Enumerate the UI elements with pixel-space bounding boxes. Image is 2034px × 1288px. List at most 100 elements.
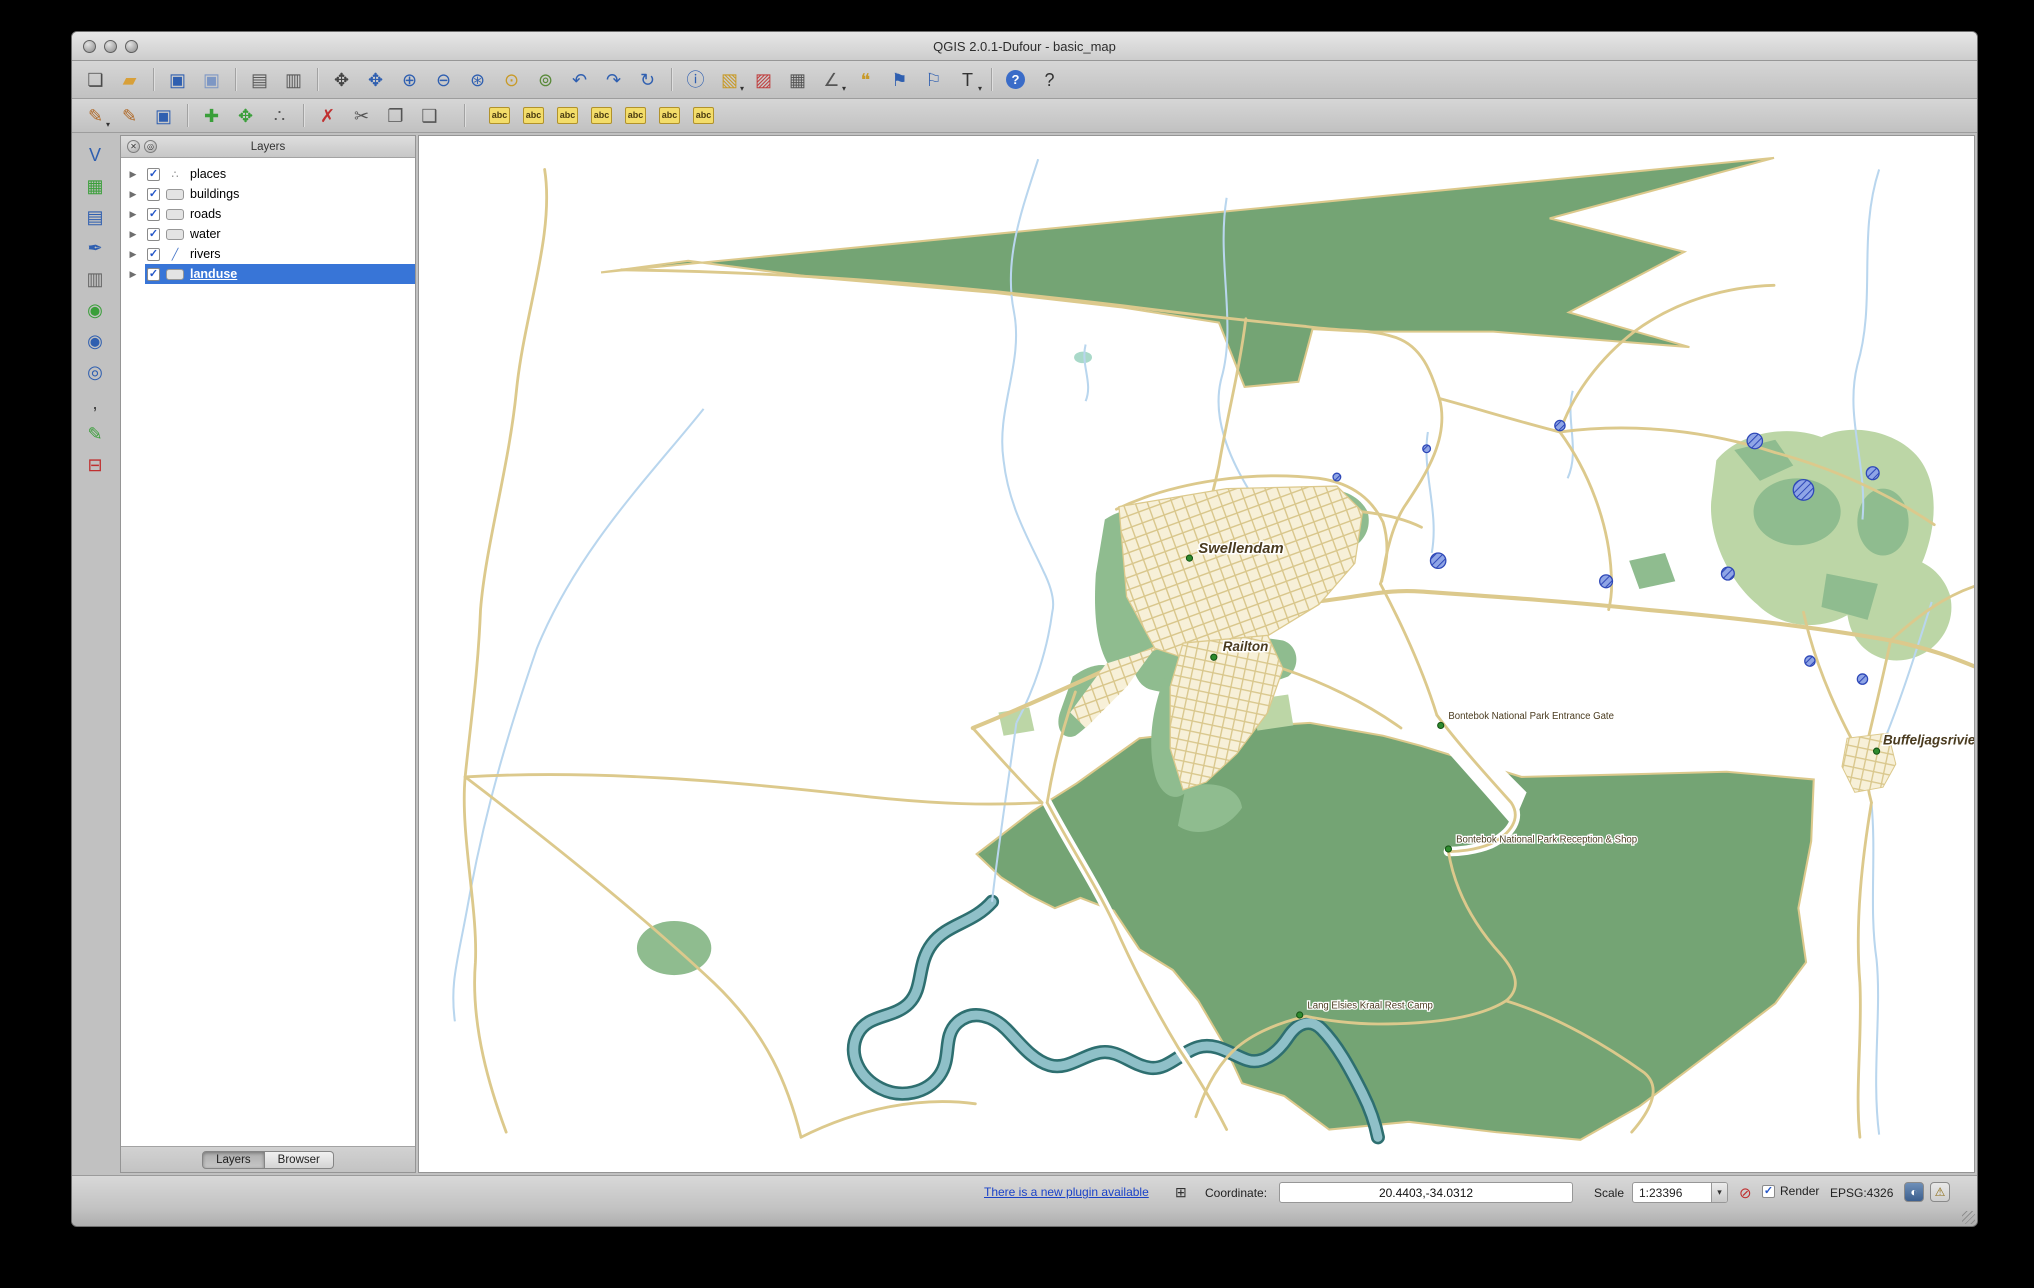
whats-this-button[interactable]: ? xyxy=(1034,66,1065,94)
dropdown-arrow-icon[interactable]: ▾ xyxy=(106,120,110,129)
new-plugin-link[interactable]: There is a new plugin available xyxy=(984,1185,1149,1199)
save-project-button[interactable]: ▣ xyxy=(162,66,193,94)
new-project-button[interactable]: ❏ xyxy=(80,66,111,94)
move-feature-button[interactable]: ✥ xyxy=(230,102,261,130)
render-checkbox[interactable]: ✓ Render xyxy=(1762,1184,1819,1198)
close-window-icon[interactable] xyxy=(83,40,96,53)
cut-features-button[interactable]: ✂ xyxy=(346,102,377,130)
layer-row-water[interactable]: ▶✓water xyxy=(121,224,415,244)
messages-warning-icon[interactable]: ⚠ xyxy=(1930,1182,1950,1202)
help-button[interactable]: ? xyxy=(1000,66,1031,94)
layer-row-body[interactable]: ✓roads xyxy=(145,204,415,224)
panel-float-icon[interactable]: ◎ xyxy=(144,140,157,153)
layer-visibility-checkbox[interactable]: ✓ xyxy=(147,228,160,241)
copy-features-button[interactable]: ❐ xyxy=(380,102,411,130)
add-postgis-layer-button[interactable]: ▤ xyxy=(80,203,111,231)
new-bookmark-button[interactable]: ⚑ xyxy=(884,66,915,94)
dropdown-arrow-icon[interactable]: ▾ xyxy=(842,84,846,93)
minimize-window-icon[interactable] xyxy=(104,40,117,53)
deselect-features-button[interactable]: ▨ xyxy=(748,66,779,94)
new-shapefile-layer-button[interactable]: ✎ xyxy=(80,420,111,448)
scale-combo[interactable]: 1:23396 ▾ xyxy=(1632,1182,1728,1203)
composer-manager-button[interactable]: ▥ xyxy=(278,66,309,94)
map-canvas[interactable]: SwellendamRailtonBuffeljagsrivierBontebo… xyxy=(418,135,1975,1173)
layer-row-body[interactable]: ✓∴places xyxy=(145,164,415,184)
layer-row-landuse[interactable]: ▶✓landuse xyxy=(121,264,415,284)
add-vector-layer-button[interactable]: V xyxy=(80,141,111,169)
tab-layers[interactable]: Layers xyxy=(202,1151,265,1169)
panel-close-icon[interactable]: ✕ xyxy=(127,140,140,153)
map-tips-button[interactable]: ❝ xyxy=(850,66,881,94)
tab-browser[interactable]: Browser xyxy=(265,1151,334,1169)
add-feature-button[interactable]: ✚ xyxy=(196,102,227,130)
open-project-button[interactable]: ▰ xyxy=(114,66,145,94)
layer-row-body[interactable]: ✓water xyxy=(145,224,415,244)
add-wcs-layer-button[interactable]: ◉ xyxy=(80,327,111,355)
label-show-hide-button[interactable]: abc xyxy=(620,102,651,130)
toggle-editing-button[interactable]: ✎ xyxy=(114,102,145,130)
add-wms-layer-button[interactable]: ◉ xyxy=(80,296,111,324)
layer-row-body[interactable]: ✓buildings xyxy=(145,184,415,204)
save-project-as-button[interactable]: ▣ xyxy=(196,66,227,94)
plugin-icon[interactable]: ⊞ xyxy=(1175,1184,1187,1201)
add-spatialite-layer-button[interactable]: ✒ xyxy=(80,234,111,262)
layer-row-buildings[interactable]: ▶✓buildings xyxy=(121,184,415,204)
zoom-in-button[interactable]: ⊕ xyxy=(394,66,425,94)
label-pin-button[interactable]: abc xyxy=(586,102,617,130)
labeling-options-button[interactable]: abc xyxy=(484,102,515,130)
add-wfs-layer-button[interactable]: ◎ xyxy=(80,358,111,386)
add-mssql-layer-button[interactable]: ▥ xyxy=(80,265,111,293)
dropdown-arrow-icon[interactable]: ▾ xyxy=(740,84,744,93)
expand-arrow-icon[interactable]: ▶ xyxy=(121,249,145,260)
label-move-button[interactable]: abc xyxy=(518,102,549,130)
open-attribute-table-button[interactable]: ▦ xyxy=(782,66,813,94)
delete-selected-button[interactable]: ✗ xyxy=(312,102,343,130)
zoom-out-button[interactable]: ⊖ xyxy=(428,66,459,94)
resize-grip-icon[interactable] xyxy=(1962,1211,1975,1224)
expand-arrow-icon[interactable]: ▶ xyxy=(121,209,145,220)
pan-map-to-selection-button[interactable]: ✥ xyxy=(360,66,391,94)
paste-features-button[interactable]: ❑ xyxy=(414,102,445,130)
combo-arrow-icon[interactable]: ▾ xyxy=(1711,1183,1727,1202)
measure-button[interactable]: ∠▾ xyxy=(816,66,847,94)
layer-visibility-checkbox[interactable]: ✓ xyxy=(147,168,160,181)
expand-arrow-icon[interactable]: ▶ xyxy=(121,269,145,280)
expand-arrow-icon[interactable]: ▶ xyxy=(121,189,145,200)
coordinate-input[interactable] xyxy=(1279,1182,1573,1203)
layer-row-places[interactable]: ▶✓∴places xyxy=(121,164,415,184)
crs-status-icon[interactable]: ◐ xyxy=(1904,1182,1924,1202)
select-features-button[interactable]: ▧▾ xyxy=(714,66,745,94)
layer-row-roads[interactable]: ▶✓roads xyxy=(121,204,415,224)
identify-features-button[interactable]: ⓘ xyxy=(680,66,711,94)
label-rotate-button[interactable]: abc xyxy=(552,102,583,130)
show-bookmarks-button[interactable]: ⚐ xyxy=(918,66,949,94)
zoom-last-button[interactable]: ↶ xyxy=(564,66,595,94)
layer-row-body[interactable]: ✓╱rivers xyxy=(145,244,415,264)
save-layer-edits-button[interactable]: ▣ xyxy=(148,102,179,130)
layer-visibility-checkbox[interactable]: ✓ xyxy=(147,188,160,201)
layer-visibility-checkbox[interactable]: ✓ xyxy=(147,208,160,221)
dropdown-arrow-icon[interactable]: ▾ xyxy=(978,84,982,93)
zoom-window-icon[interactable] xyxy=(125,40,138,53)
zoom-full-button[interactable]: ⊛ xyxy=(462,66,493,94)
node-tool-button[interactable]: ∴ xyxy=(264,102,295,130)
layer-row-body[interactable]: ✓landuse xyxy=(145,264,415,284)
layer-visibility-checkbox[interactable]: ✓ xyxy=(147,268,160,281)
current-edits-button[interactable]: ✎▾ xyxy=(80,102,111,130)
zoom-to-selection-button[interactable]: ⊙ xyxy=(496,66,527,94)
zoom-next-button[interactable]: ↷ xyxy=(598,66,629,94)
new-print-composer-button[interactable]: ▤ xyxy=(244,66,275,94)
add-raster-layer-button[interactable]: ▦ xyxy=(80,172,111,200)
layer-visibility-checkbox[interactable]: ✓ xyxy=(147,248,160,261)
pan-map-button[interactable]: ✥ xyxy=(326,66,357,94)
remove-layer-button[interactable]: ⊟ xyxy=(80,451,111,479)
label-properties-button[interactable]: abc xyxy=(688,102,719,130)
label-highlight-pinned-button[interactable]: abc xyxy=(654,102,685,130)
layer-row-rivers[interactable]: ▶✓╱rivers xyxy=(121,244,415,264)
zoom-to-layer-button[interactable]: ⊚ xyxy=(530,66,561,94)
expand-arrow-icon[interactable]: ▶ xyxy=(121,169,145,180)
add-delimited-text-layer-button[interactable]: , xyxy=(80,389,111,417)
stop-render-icon[interactable]: ⊘ xyxy=(1739,1184,1752,1202)
expand-arrow-icon[interactable]: ▶ xyxy=(121,229,145,240)
text-annotation-button[interactable]: T▾ xyxy=(952,66,983,94)
